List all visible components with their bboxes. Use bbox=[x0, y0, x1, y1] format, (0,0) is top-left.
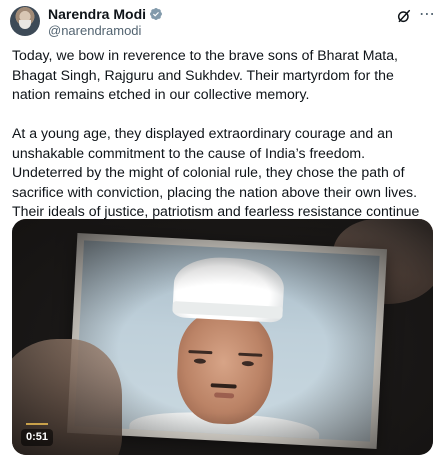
play-progress-icon bbox=[26, 423, 48, 425]
author-name-row: Narendra Modi bbox=[48, 6, 163, 22]
video-duration: 0:51 bbox=[21, 429, 54, 446]
author-name[interactable]: Narendra Modi bbox=[48, 6, 146, 22]
author-avatar[interactable] bbox=[10, 6, 40, 36]
video-player[interactable]: 0:51 bbox=[12, 219, 433, 455]
tweet-header: Narendra Modi @narendramodi ⋯ bbox=[10, 5, 436, 38]
tweet: Narendra Modi @narendramodi ⋯ Today, we … bbox=[0, 0, 446, 466]
author-handle[interactable]: @narendramodi bbox=[48, 23, 141, 38]
verified-badge-icon bbox=[150, 8, 162, 20]
avatar-beard-shape bbox=[19, 20, 31, 29]
video-vignette bbox=[12, 219, 433, 455]
more-options-icon[interactable]: ⋯ bbox=[419, 7, 436, 23]
tweet-paragraph-1: Today, we bow in reverence to the brave … bbox=[12, 47, 398, 102]
grok-icon[interactable] bbox=[396, 8, 412, 24]
